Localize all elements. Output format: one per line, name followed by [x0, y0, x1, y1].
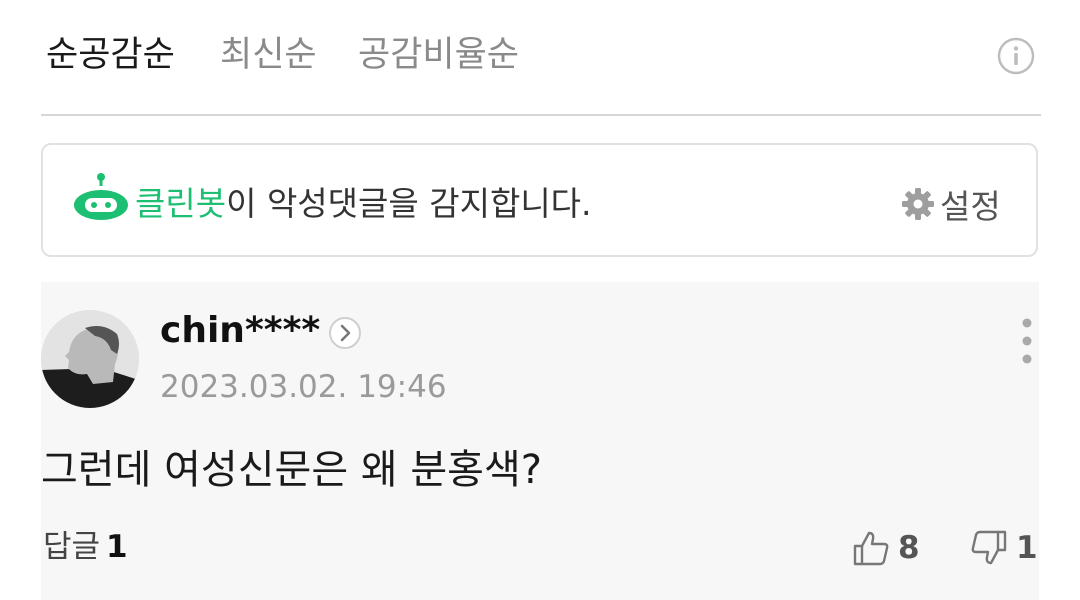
avatar[interactable] — [41, 310, 139, 408]
sort-tabs: 순공감순 최신순 공감비율순 — [0, 0, 1080, 114]
cleanbot-robot-icon — [74, 173, 128, 220]
comment-timestamp: 2023.03.02. 19:46 — [160, 369, 447, 405]
reply-label: 답글 — [43, 529, 101, 565]
reply-button[interactable]: 답글 1 — [43, 522, 128, 572]
like-button[interactable]: 8 — [852, 526, 920, 570]
comment-text: 그런데 여성신문은 왜 분홍색? — [41, 447, 542, 493]
comment-item: chin**** 2023.03.02. 19:46 그런데 여성신문은 왜 분… — [41, 282, 1039, 600]
tab-sort-top-likes[interactable]: 순공감순 — [46, 30, 175, 80]
cleanbot-description: 이 악성댓글을 감지합니다. — [226, 184, 592, 223]
comment-author[interactable]: chin**** — [160, 308, 320, 354]
cleanbot-settings-button[interactable]: 설정 — [900, 179, 1001, 229]
dislike-button[interactable]: 1 — [970, 526, 1038, 570]
avatar-portrait-icon — [41, 310, 139, 408]
cleanbot-name[interactable]: 클린봇 — [135, 184, 226, 223]
dislike-count: 1 — [1016, 530, 1038, 566]
chevron-right-icon[interactable] — [328, 316, 362, 350]
more-vertical-icon[interactable] — [1016, 318, 1038, 364]
cleanbot-message: 클린봇이 악성댓글을 감지합니다. — [135, 179, 592, 229]
divider — [41, 114, 1041, 116]
thumbs-down-icon — [971, 530, 1007, 565]
cleanbot-notice: 클린봇이 악성댓글을 감지합니다. 설정 — [41, 143, 1038, 257]
gear-icon — [902, 188, 934, 220]
like-count: 8 — [898, 530, 920, 566]
tab-sort-latest[interactable]: 최신순 — [220, 30, 317, 80]
thumbs-up-icon — [853, 531, 889, 566]
settings-label: 설정 — [940, 187, 1001, 226]
comments-panel: 순공감순 최신순 공감비율순 클린봇이 악성댓글을 감지합니다. 설정 chin… — [0, 0, 1080, 600]
reply-count: 1 — [106, 529, 128, 565]
tab-sort-like-ratio[interactable]: 공감비율순 — [358, 30, 519, 80]
info-circle-icon[interactable] — [996, 36, 1036, 76]
